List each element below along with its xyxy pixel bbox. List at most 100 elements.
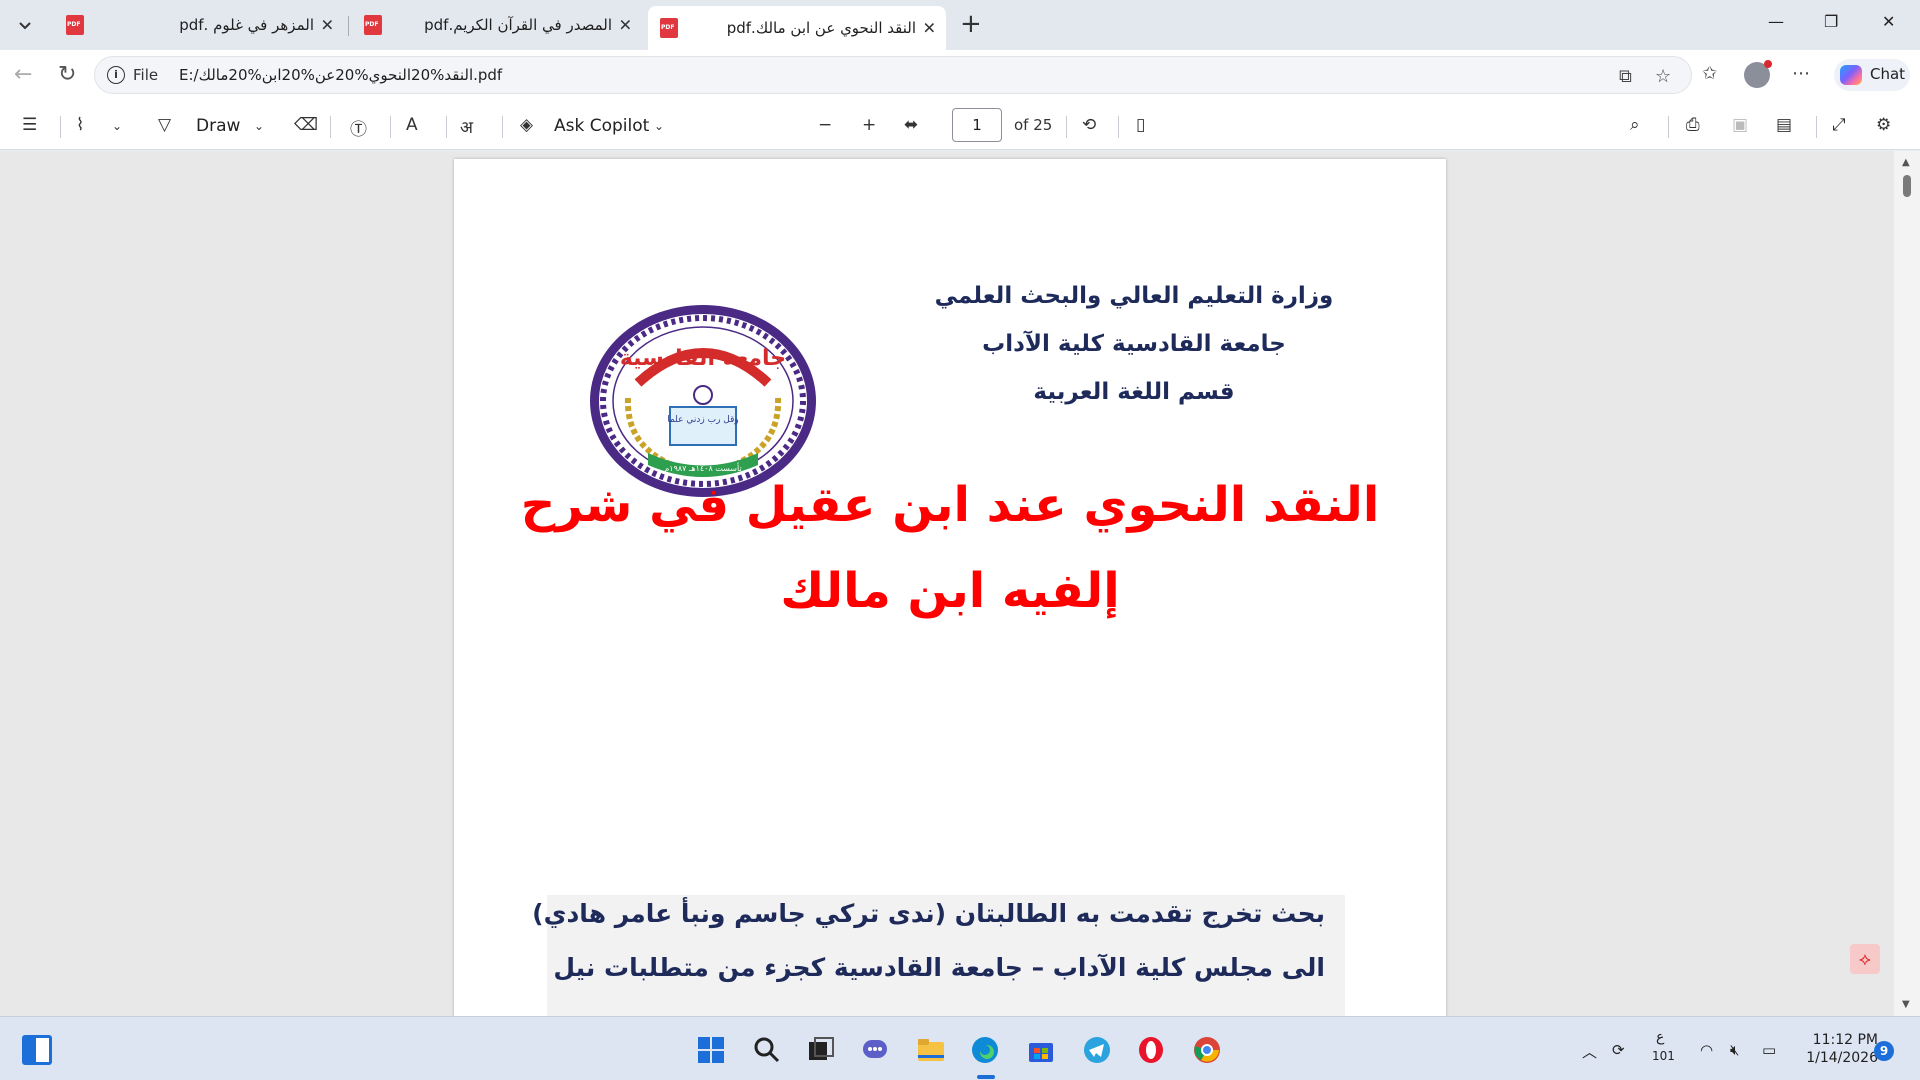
settings-gear-icon[interactable]: ⚙ <box>1876 115 1891 135</box>
tab-pdf-1[interactable]: المزهر في غلوم .pdf ✕ <box>54 7 344 43</box>
close-window-button[interactable]: ✕ <box>1882 12 1895 31</box>
page-count: of 25 <box>1014 116 1053 134</box>
ministry-line: وزارة التعليم العالي والبحث العلمي <box>934 283 1334 309</box>
copilot-icon[interactable]: ◈ <box>520 115 533 135</box>
keyboard-language[interactable]: ع <box>1656 1029 1664 1045</box>
edge-browser-icon[interactable] <box>970 1035 1000 1065</box>
search-icon[interactable]: ⌕ <box>1630 115 1640 135</box>
pdf-page: وزارة التعليم العالي والبحث العلمي جامعة… <box>454 159 1446 1016</box>
pdf-viewer[interactable]: وزارة التعليم العالي والبحث العلمي جامعة… <box>0 151 1920 1016</box>
zoom-in-icon[interactable]: + <box>862 115 876 135</box>
favorite-star-icon[interactable]: ☆ <box>1655 66 1671 87</box>
address-bar[interactable]: i File E:/النقد%20النحوي%20عن%20ابن%20ما… <box>94 56 1692 94</box>
notification-badge[interactable]: 9 <box>1874 1041 1894 1061</box>
fit-width-icon[interactable]: ⬌ <box>904 115 918 135</box>
toolbar-divider <box>1066 116 1067 138</box>
tab-title: المصدر في القرآن الكريم.pdf <box>424 16 612 34</box>
ask-copilot-label[interactable]: Ask Copilot <box>554 116 649 136</box>
toolbar-divider <box>1668 116 1669 138</box>
print-icon[interactable]: ⎙ <box>1686 115 1700 135</box>
toolbar-divider <box>330 116 331 138</box>
more-menu-icon[interactable]: ⋯ <box>1792 63 1810 84</box>
university-line: جامعة القادسية كلية الآداب <box>982 331 1286 357</box>
copilot-icon <box>1840 65 1862 85</box>
opera-browser-icon[interactable] <box>1136 1035 1166 1065</box>
read-aloud-icon[interactable]: A <box>406 115 418 135</box>
thesis-title-line-2: إلفيه ابن مالك <box>780 563 1120 619</box>
immersive-reader-icon[interactable]: ⧉ <box>1619 66 1632 87</box>
search-icon[interactable] <box>752 1035 782 1065</box>
seal-year: تأسست ١٤٠٨هـ ١٩٨٧م <box>664 462 741 473</box>
back-button[interactable]: ← <box>14 62 32 87</box>
save-as-icon[interactable]: ▤ <box>1776 115 1792 135</box>
seal-motto: وقل رب زدني علما <box>667 415 739 425</box>
url-text[interactable]: E:/النقد%20النحوي%20عن%20ابن%20مالك.pdf <box>179 66 502 84</box>
chevron-down-icon[interactable]: ⌄ <box>112 119 122 133</box>
scroll-down-icon[interactable]: ▼ <box>1902 999 1910 1010</box>
wifi-icon[interactable]: ◠ <box>1700 1041 1713 1059</box>
close-tab-icon[interactable]: ✕ <box>619 16 632 35</box>
submission-statement: بحث تخرج تقدمت به الطالبتان (ندى تركي جا… <box>532 895 1345 1016</box>
toolbar-divider <box>60 116 61 138</box>
seal-name-text: جامعة القادسية <box>620 346 786 371</box>
chevron-down-icon[interactable]: ⌄ <box>654 119 664 133</box>
tab-list-button[interactable] <box>8 8 42 42</box>
tray-overflow-chevron-icon[interactable]: ︿ <box>1582 1041 1597 1062</box>
draw-label[interactable]: Draw <box>196 116 240 136</box>
telegram-icon[interactable] <box>1082 1035 1112 1065</box>
toolbar-divider <box>502 116 503 138</box>
draw-pen-icon[interactable]: ▽ <box>158 115 171 135</box>
file-explorer-icon[interactable] <box>916 1035 946 1065</box>
translate-icon[interactable]: अ <box>460 115 473 138</box>
close-tab-icon[interactable]: ✕ <box>923 19 936 38</box>
new-tab-button[interactable]: + <box>960 11 982 37</box>
restore-button[interactable]: ❐ <box>1824 12 1838 31</box>
active-app-indicator <box>977 1075 995 1079</box>
toolbar-divider <box>1118 116 1119 138</box>
toolbar-divider <box>390 116 391 138</box>
scroll-up-icon[interactable]: ▲ <box>1902 157 1910 168</box>
windows-start-icon[interactable] <box>696 1035 726 1065</box>
refresh-button[interactable]: ↻ <box>58 62 76 87</box>
contents-list-icon[interactable]: ☰ <box>22 115 37 135</box>
chrome-browser-icon[interactable] <box>1192 1035 1222 1065</box>
page-view-icon[interactable]: ▯ <box>1136 115 1145 135</box>
microsoft-store-icon[interactable] <box>1026 1035 1056 1065</box>
tab-strip: المزهر في غلوم .pdf ✕ المصدر في القرآن ا… <box>0 0 1920 50</box>
vertical-scrollbar[interactable]: ▲ ▼ <box>1894 151 1920 1016</box>
zoom-out-icon[interactable]: − <box>818 115 832 135</box>
system-clock[interactable]: 11:12 PM 1/14/2026 <box>1792 1031 1878 1067</box>
close-tab-icon[interactable]: ✕ <box>321 16 334 35</box>
toolbar-divider <box>446 116 447 138</box>
adobe-acrobat-icon[interactable]: ⟡ <box>1850 944 1880 974</box>
tab-pdf-active[interactable]: النقد النحوي عن ابن مالك.pdf ✕ <box>648 6 946 50</box>
scheme-label: File <box>133 66 159 84</box>
sync-alert-icon[interactable]: ⟳ <box>1612 1041 1625 1059</box>
department-line: قسم اللغة العربية <box>1033 379 1235 405</box>
teams-chat-icon[interactable] <box>860 1035 890 1065</box>
chevron-down-icon <box>19 22 31 30</box>
tab-pdf-2[interactable]: المصدر في القرآن الكريم.pdf ✕ <box>352 7 642 43</box>
scroll-thumb[interactable] <box>1903 175 1911 197</box>
chevron-down-icon[interactable]: ⌄ <box>254 119 264 133</box>
rotate-icon[interactable]: ⟲ <box>1082 115 1096 135</box>
pdf-file-icon <box>660 18 678 38</box>
widgets-icon[interactable] <box>22 1035 52 1065</box>
save-icon[interactable]: ▣ <box>1732 115 1748 135</box>
statement-line-1: بحث تخرج تقدمت به الطالبتان (ندى تركي جا… <box>532 899 1325 928</box>
text-box-icon[interactable]: Ⓣ <box>350 115 367 140</box>
info-icon[interactable]: i <box>107 66 125 84</box>
volume-muted-icon[interactable]: 🔇︎ <box>1730 1041 1739 1059</box>
pdf-file-icon <box>364 15 382 35</box>
tab-title: النقد النحوي عن ابن مالك.pdf <box>726 19 916 37</box>
page-number-input[interactable]: 1 <box>952 108 1002 142</box>
windows-taskbar: ︿ ⟳ ع 101 ◠ 🔇︎ ▭ 11:12 PM 1/14/2026 9 <box>0 1016 1920 1080</box>
fullscreen-icon[interactable]: ⤢ <box>1832 115 1846 135</box>
favorites-icon[interactable]: ✩ <box>1702 63 1717 84</box>
battery-icon[interactable]: ▭ <box>1762 1041 1776 1059</box>
keyboard-layout-code: 101 <box>1652 1049 1675 1063</box>
task-view-icon[interactable] <box>806 1035 836 1065</box>
minimize-button[interactable]: — <box>1768 12 1784 31</box>
eraser-icon[interactable]: ⌫ <box>294 115 318 135</box>
highlight-icon[interactable]: ⌇ <box>76 115 84 135</box>
